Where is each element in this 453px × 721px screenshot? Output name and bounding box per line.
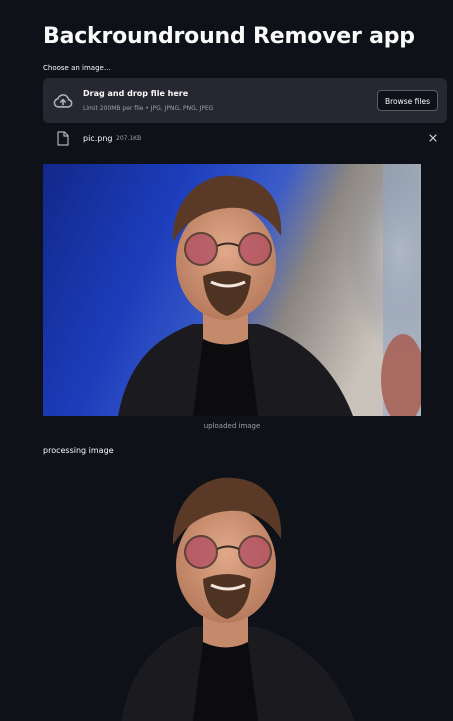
close-icon[interactable] (427, 132, 439, 144)
dropzone-limit-text: Limit 200MB per file • JPG, JPNG, PNG, J… (83, 105, 214, 112)
uploaded-file-row: pic.png 207.1KB (43, 130, 447, 150)
app-page: Backroundround Remover app Choose an ima… (0, 0, 453, 721)
file-size: 207.1KB (116, 135, 142, 142)
browse-files-button[interactable]: Browse files (376, 90, 438, 111)
cloud-upload-icon (53, 94, 73, 108)
file-icon (57, 131, 69, 146)
uploaded-image (43, 164, 421, 416)
page-title: Backroundround Remover app (43, 24, 415, 49)
dropzone-title: Drag and drop file here (83, 89, 189, 98)
uploader-label: Choose an image... (43, 64, 111, 72)
processed-image (121, 477, 355, 721)
processing-label: processing image (43, 446, 114, 455)
image-caption: uploaded image (203, 422, 261, 430)
file-dropzone[interactable]: Drag and drop file here Limit 200MB per … (43, 78, 447, 123)
file-name: pic.png (83, 134, 113, 143)
